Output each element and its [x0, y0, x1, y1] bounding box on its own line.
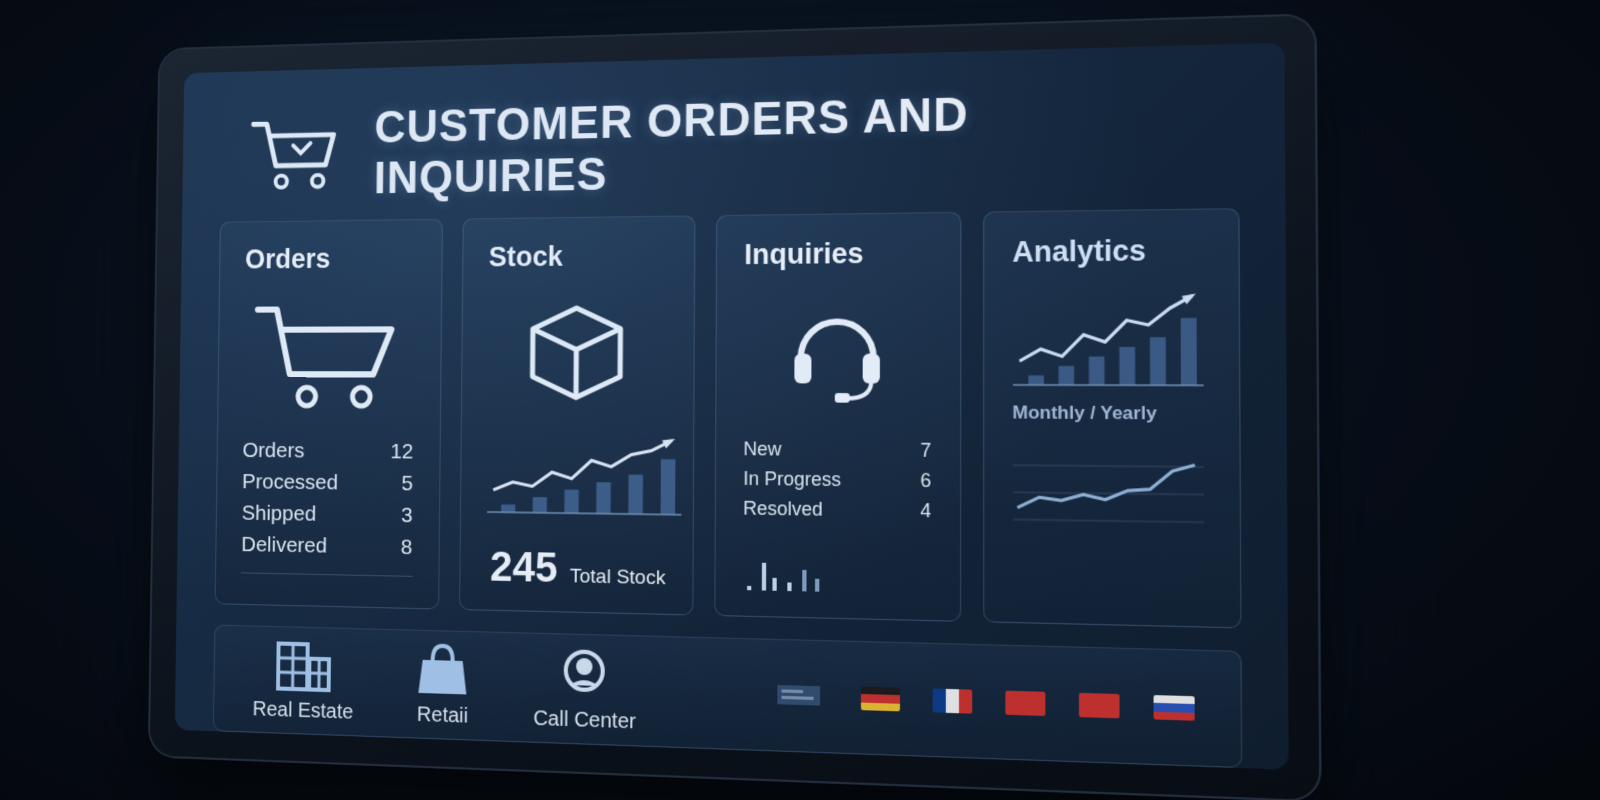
trend-line — [1019, 296, 1192, 361]
dashboard-device: CUSTOMER ORDERS AND INQUIRIES Orders Ord… — [149, 15, 1320, 800]
analytics-chart — [1012, 282, 1203, 392]
stat-row: In Progress 6 — [743, 464, 931, 496]
headset-icon — [783, 298, 890, 405]
chart-bar — [1118, 346, 1135, 386]
stock-total-label: Total Stock — [569, 565, 666, 590]
dashboard-screen: CUSTOMER ORDERS AND INQUIRIES Orders Ord… — [174, 42, 1289, 770]
footer-item-real-estate[interactable]: Real Estate — [252, 637, 354, 725]
stat-label: In Progress — [743, 467, 842, 491]
analytics-panel[interactable]: Analytics Monthly / Yearly — [982, 208, 1242, 629]
stat-value: 8 — [400, 535, 413, 560]
footer-item-label: Call Center — [533, 707, 637, 734]
analytics-line — [1017, 463, 1195, 509]
stat-value: 7 — [920, 439, 932, 462]
stat-label: Delivered — [241, 532, 328, 558]
chart-bar — [1088, 356, 1105, 386]
orders-stats: Orders 12 Processed 5 Shipped 3 Delivered 8 — [241, 435, 413, 564]
card-icon — [777, 684, 821, 706]
inquiries-panel[interactable]: Inquiries New 7 In Progress 6 Resolved 4 — [714, 211, 961, 622]
chart-bar — [1149, 337, 1166, 386]
chart-bar — [1027, 375, 1044, 385]
inquiries-title: Inquiries — [744, 237, 864, 271]
header: CUSTOMER ORDERS AND INQUIRIES — [249, 88, 1240, 203]
orders-panel[interactable]: Orders Orders 12 Processed 5 Shipped 3 Deli… — [214, 218, 443, 610]
flag-icon[interactable] — [860, 685, 900, 711]
stat-value: 4 — [920, 499, 932, 522]
stat-label: Processed — [241, 470, 339, 495]
footer-item-label: Real Estate — [252, 697, 354, 724]
analytics-subtitle[interactable]: Monthly / Yearly — [1012, 402, 1156, 425]
stock-total-value: 245 — [489, 544, 558, 592]
flag-icon[interactable] — [932, 687, 973, 714]
trend-arrow — [661, 438, 675, 449]
divider — [240, 572, 413, 577]
buildings-icon — [274, 637, 333, 692]
stat-value: 12 — [390, 439, 414, 464]
stat-label: New — [743, 438, 782, 460]
stat-label: Resolved — [743, 497, 823, 521]
chart-bar — [563, 489, 579, 514]
footer-item-label: Retaii — [416, 703, 469, 728]
stat-value: 6 — [920, 469, 932, 492]
trend-line — [493, 439, 671, 492]
stat-row: Orders 12 — [242, 435, 413, 468]
analytics-title: Analytics — [1012, 234, 1147, 269]
trend-arrow — [1181, 293, 1196, 305]
shopping-cart-icon — [249, 114, 342, 196]
chart-bar — [660, 459, 675, 515]
flags-group — [777, 682, 1195, 721]
stat-row: Delivered 8 — [241, 529, 412, 564]
page-title: CUSTOMER ORDERS AND INQUIRIES — [373, 88, 969, 204]
footer: Real Estate Retaii Call Center — [212, 624, 1243, 769]
stat-value: 5 — [401, 471, 414, 496]
footer-item-call-center[interactable]: Call Center — [533, 644, 636, 735]
stat-row: New 7 — [743, 434, 931, 465]
stat-value: 3 — [401, 503, 413, 528]
shopping-bag-icon — [418, 641, 468, 695]
stat-label: Orders — [242, 438, 305, 463]
mini-bars-icon — [747, 562, 820, 592]
flag-icon[interactable] — [1153, 694, 1195, 721]
chart-axis — [487, 512, 681, 515]
flag-icon[interactable] — [1005, 690, 1046, 716]
chart-bar — [1180, 317, 1197, 386]
footer-item-retail[interactable]: Retaii — [412, 641, 473, 729]
inquiries-stats: New 7 In Progress 6 Resolved 4 — [743, 434, 931, 526]
panels-row: Orders Orders 12 Processed 5 Shipped 3 Deli… — [214, 208, 1242, 629]
stock-panel[interactable]: Stock 245 Total Stock — [458, 215, 696, 616]
analytics-line-chart — [1012, 443, 1203, 544]
stock-chart — [486, 425, 681, 521]
stat-row: Processed 5 — [242, 466, 413, 500]
headset-icon — [554, 645, 616, 702]
stock-total: 245 Total Stock — [490, 544, 666, 595]
grid-line — [1012, 465, 1203, 467]
orders-title: Orders — [244, 243, 331, 275]
chart-bar — [627, 474, 643, 515]
stat-row: Shipped 3 — [242, 497, 413, 531]
grid-line — [1012, 520, 1203, 523]
flag-icon[interactable] — [1078, 692, 1120, 718]
box-icon — [520, 299, 633, 403]
chart-bar — [500, 504, 515, 513]
stat-row: Resolved 4 — [743, 493, 931, 526]
stock-title: Stock — [488, 240, 563, 273]
shopping-cart-icon — [250, 301, 407, 414]
grid-line — [1012, 492, 1203, 494]
stat-label: Shipped — [241, 501, 317, 526]
chart-bar — [595, 482, 611, 514]
chart-bar — [1057, 366, 1074, 386]
chart-bar — [532, 497, 547, 513]
